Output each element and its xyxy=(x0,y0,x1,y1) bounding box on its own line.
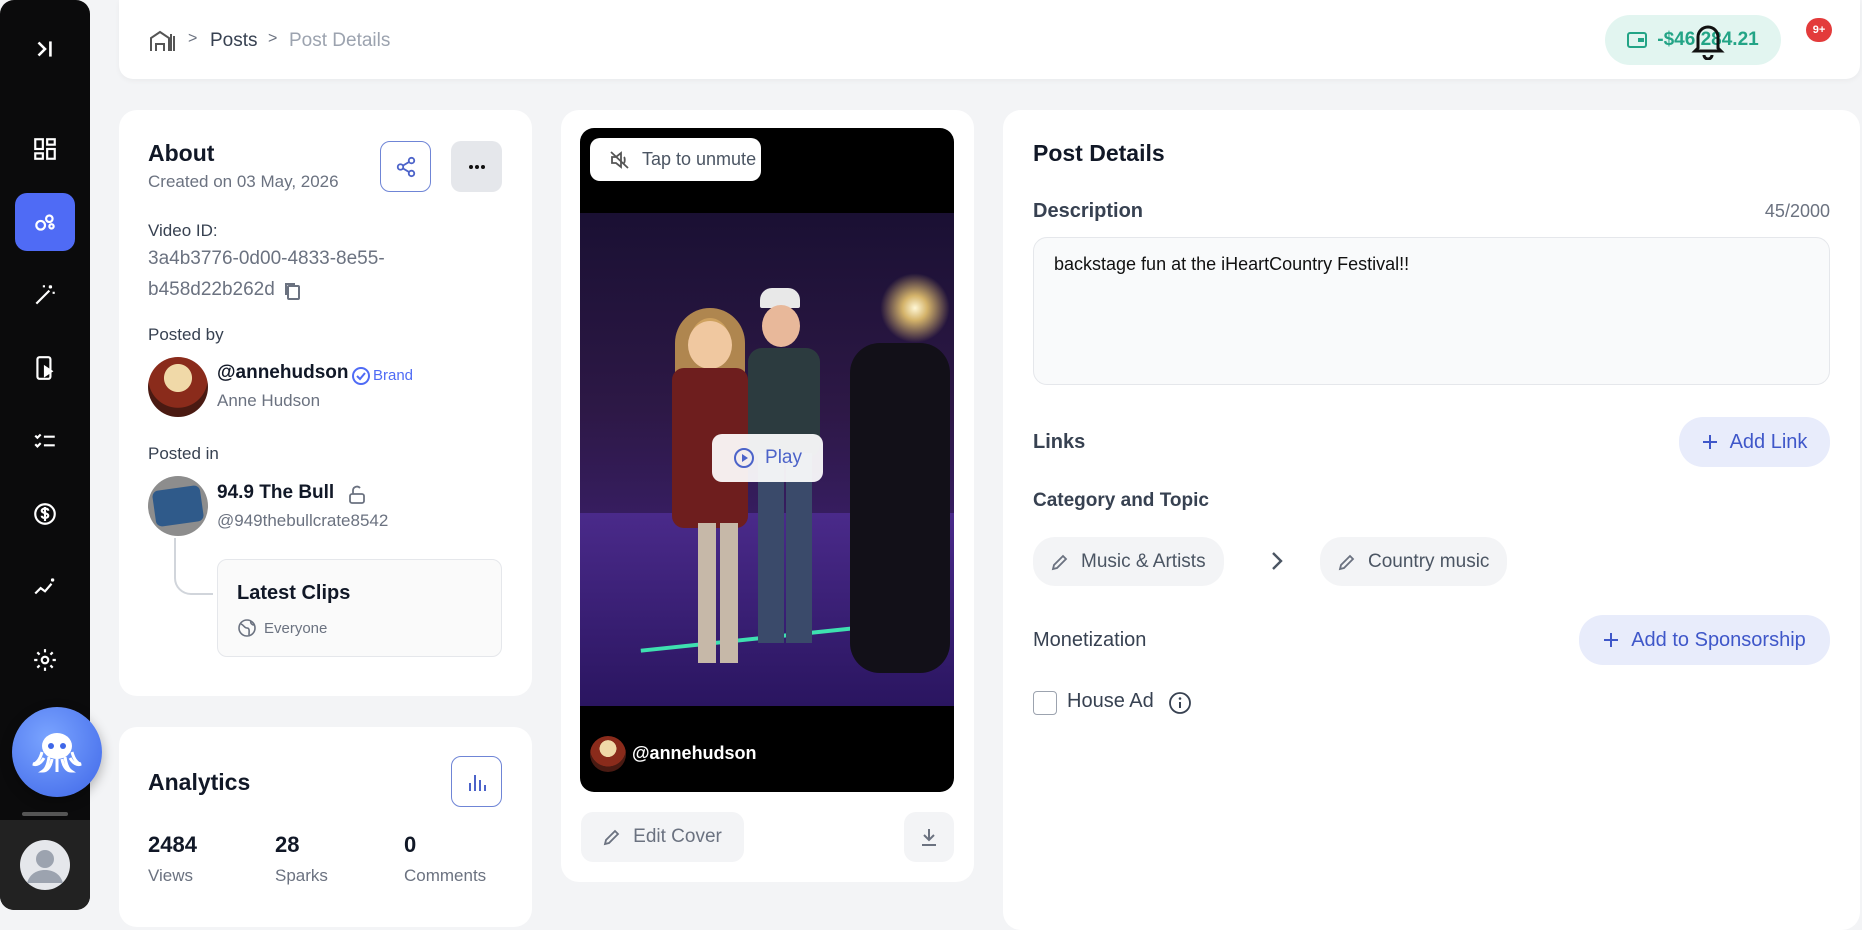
poster-avatar[interactable] xyxy=(148,357,208,417)
add-sponsorship-label: Add to Sponsorship xyxy=(1631,628,1806,651)
plus-icon xyxy=(1604,633,1619,647)
posts-icon[interactable] xyxy=(15,193,75,251)
download-icon xyxy=(922,829,936,846)
description-textarea[interactable]: backstage fun at the iHeartCountry Festi… xyxy=(1033,237,1830,385)
play-circle-icon xyxy=(734,448,755,468)
video-id-line2: b458d22b262d xyxy=(148,279,275,300)
house-ad-label: House Ad xyxy=(1067,690,1154,712)
about-card: About Created on 03 May, 2026 Video ID: … xyxy=(119,110,532,696)
dashboard-icon[interactable] xyxy=(15,120,75,178)
category-pill[interactable]: Music & Artists xyxy=(1033,537,1224,586)
add-to-sponsorship-button[interactable]: Add to Sponsorship xyxy=(1579,615,1830,665)
house-ad-checkbox[interactable] xyxy=(1033,691,1057,715)
pencil-icon xyxy=(1338,554,1355,570)
muted-speaker-icon xyxy=(610,150,629,169)
topic-value: Country music xyxy=(1368,550,1490,572)
magic-wand-icon[interactable] xyxy=(15,266,75,324)
analytics-chart-button[interactable] xyxy=(451,756,502,807)
poster-name: Anne Hudson xyxy=(217,391,321,410)
playlist-card[interactable]: Latest Clips Everyone xyxy=(217,559,502,657)
playlist-title: Latest Clips xyxy=(237,582,351,604)
video-id-line1: 3a4b3776-0d00-4833-8e55- xyxy=(148,248,385,269)
channel-avatar[interactable] xyxy=(148,476,208,536)
analytics-card: Analytics 2484 Views 28 Sparks 0 Comment… xyxy=(119,727,532,927)
chevron-right-icon xyxy=(1272,552,1283,570)
analytics-sparkle-icon[interactable] xyxy=(15,558,75,616)
home-icon[interactable] xyxy=(149,30,175,52)
edit-cover-label: Edit Cover xyxy=(633,826,722,847)
monetization-label: Monetization xyxy=(1033,629,1147,651)
sidebar-divider xyxy=(22,812,68,816)
download-button[interactable] xyxy=(904,812,954,862)
more-options-button[interactable] xyxy=(451,141,502,192)
play-button[interactable]: Play xyxy=(712,434,823,482)
links-label: Links xyxy=(1033,431,1086,453)
video-player-icon[interactable] xyxy=(15,339,75,397)
verified-badge-icon xyxy=(352,367,370,385)
settings-gear-icon[interactable] xyxy=(15,631,75,689)
share-icon xyxy=(396,156,415,177)
notification-bell-icon[interactable] xyxy=(1690,20,1726,60)
created-date: Created on 03 May, 2026 xyxy=(148,172,339,191)
unmute-label: Tap to unmute xyxy=(642,149,757,169)
poster-handle[interactable]: @annehudson xyxy=(217,362,348,384)
stat-sparks-value: 28 xyxy=(275,832,300,857)
post-details-title: Post Details xyxy=(1033,140,1165,166)
overlay-handle: @annehudson xyxy=(632,743,757,763)
category-topic-label: Category and Topic xyxy=(1033,490,1209,511)
plus-icon xyxy=(1702,435,1717,449)
globe-icon xyxy=(238,619,256,637)
more-dots-icon xyxy=(468,164,485,169)
unlock-icon xyxy=(349,485,365,504)
breadcrumb-post-details: Post Details xyxy=(289,30,391,51)
wallet-icon xyxy=(1627,32,1648,48)
playlist-visibility: Everyone xyxy=(264,620,328,637)
analytics-title: Analytics xyxy=(148,769,251,795)
top-header: > Posts > Post Details -$46,284.21 xyxy=(119,0,1860,79)
user-avatar[interactable] xyxy=(0,820,90,910)
channel-name[interactable]: 94.9 The Bull xyxy=(217,482,334,504)
user-avatar-icon xyxy=(20,840,70,890)
breadcrumb-separator: > xyxy=(188,30,198,47)
channel-handle: @949thebullcrate8542 xyxy=(217,511,389,530)
add-link-button[interactable]: Add Link xyxy=(1679,417,1830,467)
overlay-avatar xyxy=(590,736,626,772)
post-details-card: Post Details Description 45/2000 backsta… xyxy=(1003,110,1860,930)
pencil-icon xyxy=(603,829,620,846)
octopus-assistant-icon[interactable] xyxy=(12,707,102,797)
pencil-icon xyxy=(1051,554,1068,570)
copy-icon[interactable] xyxy=(283,281,301,301)
expand-sidebar-icon[interactable] xyxy=(15,20,75,78)
description-label: Description xyxy=(1033,200,1144,222)
unmute-button[interactable]: Tap to unmute xyxy=(590,138,761,181)
info-icon[interactable] xyxy=(1168,691,1192,715)
edit-cover-button[interactable]: Edit Cover xyxy=(581,812,744,862)
breadcrumb-separator: > xyxy=(268,30,278,47)
stat-views-label: Views xyxy=(148,866,194,885)
stat-views-value: 2484 xyxy=(148,832,197,857)
share-button[interactable] xyxy=(380,141,431,192)
stat-sparks-label: Sparks xyxy=(275,866,328,885)
checklist-icon[interactable] xyxy=(15,412,75,470)
posted-in-label: Posted in xyxy=(148,444,219,463)
stat-comments-value: 0 xyxy=(404,832,417,857)
description-char-count: 45/2000 xyxy=(1764,201,1830,221)
topic-pill[interactable]: Country music xyxy=(1320,537,1508,586)
play-label: Play xyxy=(765,447,802,468)
add-link-label: Add Link xyxy=(1729,430,1808,453)
video-id-label: Video ID: xyxy=(148,221,218,240)
category-value: Music & Artists xyxy=(1081,550,1206,572)
dollar-icon[interactable] xyxy=(15,485,75,543)
posted-by-label: Posted by xyxy=(148,325,224,344)
about-title: About xyxy=(148,140,215,166)
notification-badge: 9+ xyxy=(1806,18,1832,42)
tree-connector xyxy=(174,538,213,595)
breadcrumb-posts[interactable]: Posts xyxy=(210,30,258,52)
stat-comments-label: Comments xyxy=(404,866,487,885)
video-player[interactable]: Tap to unmute Play @annehudson xyxy=(580,128,954,792)
brand-label: Brand xyxy=(373,367,414,384)
bar-chart-icon xyxy=(468,774,486,791)
